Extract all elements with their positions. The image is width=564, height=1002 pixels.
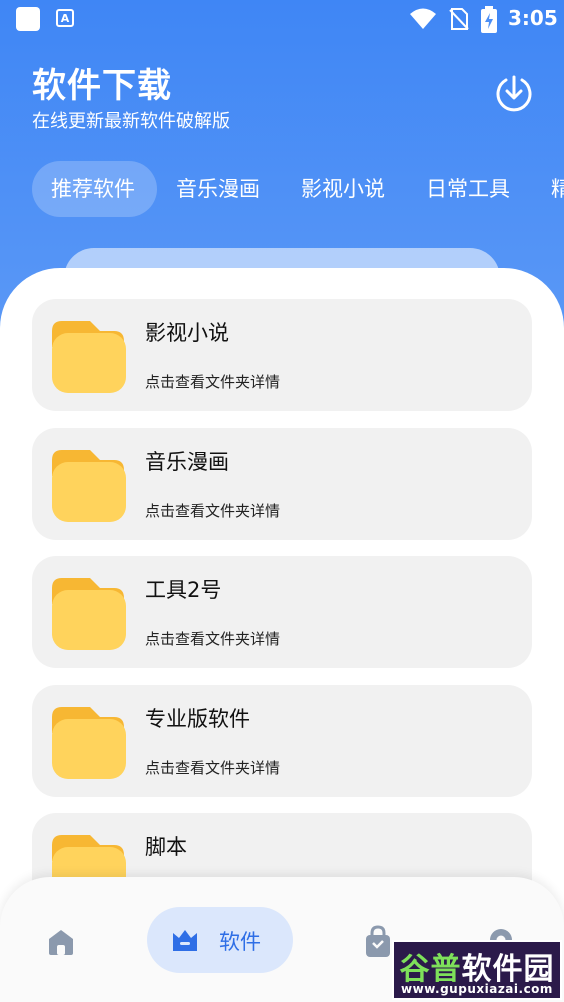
folder-name: 影视小说 [145, 321, 229, 345]
software-icon [173, 930, 197, 951]
folder-description: 点击查看文件夹详情 [145, 630, 281, 648]
a-badge-icon: A [56, 9, 74, 27]
watermark-logo: 谷普软件园 www.gupuxiazai.com [392, 940, 562, 1000]
battery-charging-icon [481, 6, 497, 33]
page-subtitle: 在线更新最新软件破解版 [32, 111, 230, 132]
home-icon[interactable] [46, 927, 76, 957]
folder-icon [52, 707, 126, 779]
tab-video-novels[interactable]: 影视小说 [301, 161, 385, 217]
status-time: 3:05 [508, 6, 558, 30]
tab-music-comics[interactable]: 音乐漫画 [176, 161, 260, 217]
no-sim-icon [449, 8, 469, 30]
folder-icon [52, 578, 126, 650]
folder-card[interactable]: 专业版软件 点击查看文件夹详情 [32, 685, 532, 797]
page-title: 软件下载 [32, 66, 172, 106]
wifi-icon [410, 8, 436, 29]
tab-daily-tools[interactable]: 日常工具 [426, 161, 510, 217]
folder-card[interactable]: 工具2号 点击查看文件夹详情 [32, 556, 532, 668]
folder-name: 脚本 [145, 835, 187, 859]
watermark-url: www.gupuxiazai.com [401, 982, 553, 996]
folder-description: 点击查看文件夹详情 [145, 502, 281, 520]
tab-recommended[interactable]: 推荐软件 [32, 161, 157, 217]
folder-card[interactable]: 影视小说 点击查看文件夹详情 [32, 299, 532, 411]
folder-description: 点击查看文件夹详情 [145, 759, 281, 777]
tab-featured[interactable]: 精 [551, 161, 564, 217]
folder-name: 音乐漫画 [145, 450, 229, 474]
category-tabs: 推荐软件 音乐漫画 影视小说 日常工具 精 [32, 161, 564, 217]
folder-icon [52, 450, 126, 522]
app-square-icon [16, 7, 40, 31]
folder-icon [52, 321, 126, 393]
folder-name: 专业版软件 [145, 707, 250, 731]
bag-icon[interactable] [364, 925, 392, 959]
folder-description: 点击查看文件夹详情 [145, 373, 281, 391]
folder-card[interactable]: 音乐漫画 点击查看文件夹详情 [32, 428, 532, 540]
download-icon[interactable] [494, 72, 534, 112]
folder-name: 工具2号 [145, 578, 222, 602]
status-bar: A 3:05 [0, 0, 564, 40]
nav-software-label: 软件 [219, 930, 261, 954]
nav-software-button[interactable]: 软件 [147, 907, 293, 973]
